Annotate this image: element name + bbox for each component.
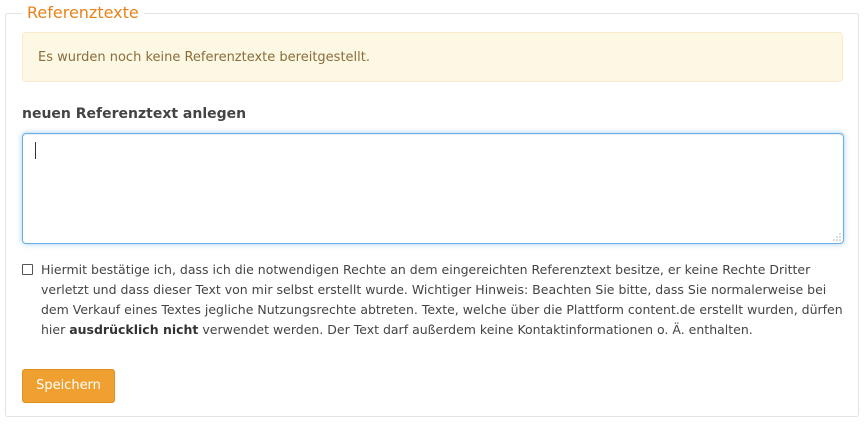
consent-text-part2: verwendet werden. Der Text darf außerdem… xyxy=(198,322,753,337)
save-button[interactable]: Speichern xyxy=(22,369,115,403)
consent-text-emphasis: ausdrücklich nicht xyxy=(69,322,199,337)
consent-checkbox[interactable] xyxy=(22,264,33,275)
alert-message: Es wurden noch keine Referenztexte berei… xyxy=(38,50,371,65)
resize-handle-icon[interactable] xyxy=(832,232,842,242)
info-alert: Es wurden noch keine Referenztexte berei… xyxy=(22,32,843,82)
consent-text: Hiermit bestätige ich, dass ich die notw… xyxy=(41,260,843,340)
panel-legend: Referenztexte xyxy=(22,3,144,23)
new-reference-label: neuen Referenztext anlegen xyxy=(22,106,247,122)
text-caret xyxy=(35,142,36,159)
reference-text-input[interactable] xyxy=(22,133,844,244)
